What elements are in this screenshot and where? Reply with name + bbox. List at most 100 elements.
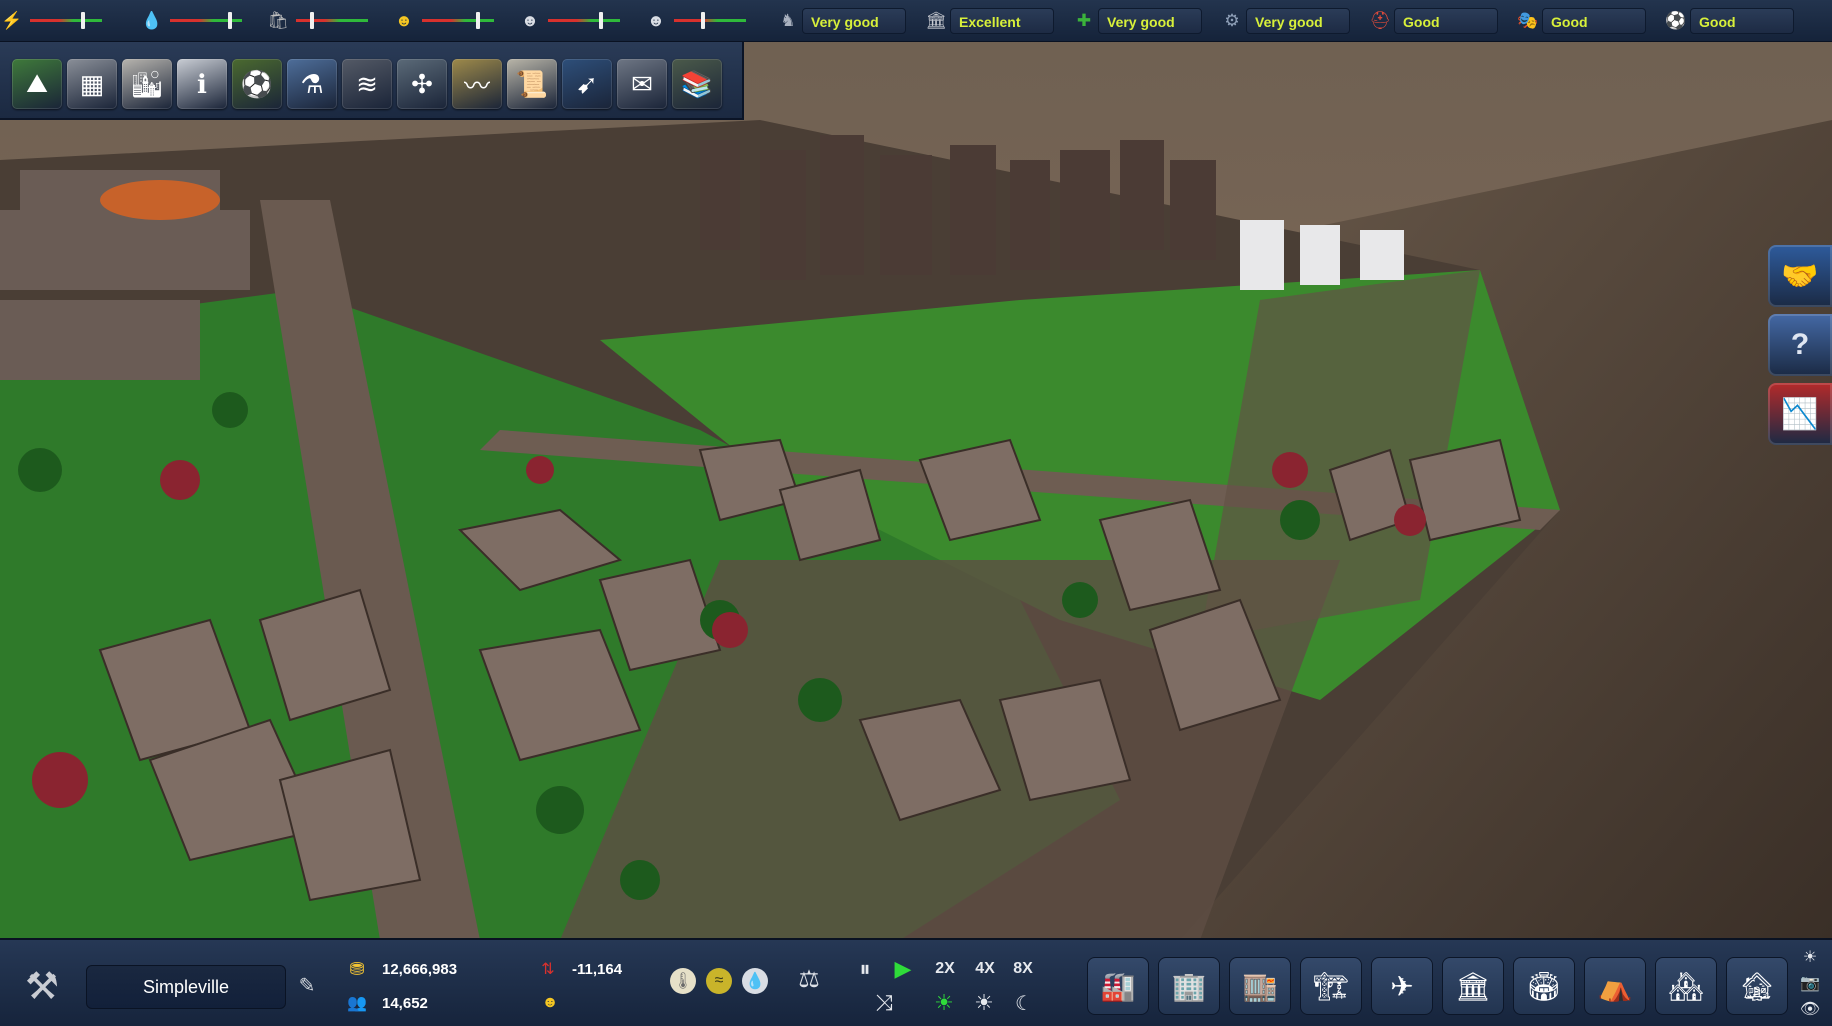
demolish-icon: 🏚 (1739, 970, 1775, 1002)
edit-pencil-icon[interactable]: ✎ (294, 972, 320, 998)
pause-icon[interactable]: ⏸ (852, 956, 878, 982)
safety-icon: ☻ (647, 10, 665, 30)
services-building-button[interactable]: 🏛 (1442, 957, 1504, 1015)
education-icon: ☻ (521, 10, 539, 30)
rating-environment-value: Very good (1098, 7, 1202, 34)
rating-entertainment-value: Good (1542, 7, 1646, 34)
transit-tool-icon[interactable]: ➹ (562, 59, 612, 109)
help-button[interactable]: ? (1768, 314, 1832, 376)
demolish-building-button[interactable]: 🏚 (1726, 957, 1788, 1015)
rating-fire-safety[interactable]: ⛑ Good (1366, 0, 1498, 42)
roads-tool-icon[interactable]: ≋ (342, 59, 392, 109)
mail-tool-icon[interactable]: ✉ (617, 59, 667, 109)
landmark-building-button[interactable]: 🏟 (1513, 957, 1575, 1015)
meter-safety[interactable]: ☻ (644, 0, 770, 42)
waste-level-knob (309, 12, 314, 29)
wind-icon[interactable]: ≈ (706, 968, 732, 994)
education-level-track (548, 12, 620, 29)
speed-8x-button[interactable]: 8X (1008, 956, 1038, 982)
meter-waste[interactable]: 🛍 (266, 0, 392, 42)
storage-building-button[interactable]: 🏘 (1655, 957, 1717, 1015)
meter-water[interactable]: 💧 (140, 0, 266, 42)
greenhouse-building-button[interactable]: ⛺ (1584, 957, 1646, 1015)
library-tool-icon[interactable]: 📚 (672, 59, 722, 109)
temperature-icon[interactable]: 🌡 (670, 968, 696, 994)
happiness-icon: ♞ (780, 10, 796, 30)
pipes-tool-icon[interactable]: ✣ (397, 59, 447, 109)
water-level-knob (227, 12, 232, 29)
residential-icon: 🏢 (1171, 970, 1207, 1002)
entertainment-icon: 🎭 (1517, 10, 1539, 30)
population-value: 14,652 (382, 995, 428, 1012)
happiness-face-icon: ☻ (541, 994, 559, 1011)
speed-4x-button[interactable]: 4X (970, 956, 1000, 982)
rating-entertainment[interactable]: 🎭 Good (1514, 0, 1646, 42)
terrain-tool-icon[interactable]: ⛰ (12, 59, 62, 109)
rating-environment[interactable]: ✚ Very good (1070, 0, 1202, 42)
balance-value: -11,164 (572, 961, 623, 978)
greenhouse-icon: ⛺ (1597, 970, 1633, 1002)
economy-alert-button[interactable]: 📉 (1768, 383, 1832, 445)
rating-happiness[interactable]: ♞ Very good (774, 0, 906, 42)
rating-tourism-value: Good (1690, 7, 1794, 34)
play-icon[interactable]: ▶ (890, 956, 916, 982)
top-status-bar: ⚡ 💧 🛍 ☻ ☻ ☻ ♞ Very good 🏛 Excellent ✚ Ve… (0, 0, 1832, 42)
budget-scale-icon[interactable]: ⚖ (794, 964, 824, 994)
health-level-track (422, 12, 494, 29)
sun-icon[interactable]: ☀ (970, 990, 998, 1016)
camera-icon[interactable]: 📷 (1798, 972, 1822, 994)
commercial-building-button[interactable]: 🏬 (1229, 957, 1291, 1015)
rating-transport-value: Very good (1246, 7, 1350, 34)
question-icon: ? (1790, 328, 1810, 361)
build-tools-icon[interactable]: ⚒ (14, 958, 70, 1014)
city-overview-tool-icon[interactable]: 🏙 (122, 59, 172, 109)
graph-tool-icon[interactable]: 〰 (452, 59, 502, 109)
info-tool-icon[interactable]: ℹ (177, 59, 227, 109)
rain-drop-icon[interactable]: 💧 (742, 968, 768, 994)
airplane-icon: ✈ (1390, 970, 1414, 1002)
money-value: 12,666,983 (382, 961, 458, 978)
residential-building-button[interactable]: 🏢 (1158, 957, 1220, 1015)
airport-building-button[interactable]: ✈ (1371, 957, 1433, 1015)
waste-level-track (296, 12, 368, 29)
rating-culture-value: Excellent (950, 7, 1054, 34)
fire-safety-icon: ⛑ (1369, 10, 1391, 30)
balance-trend-icon: ⇅ (541, 961, 555, 978)
safety-level-knob (701, 12, 706, 29)
utilities-icon: 🏭 (1100, 970, 1136, 1002)
utilities-building-button[interactable]: 🏭 (1087, 957, 1149, 1015)
health-level-knob (476, 12, 481, 29)
city-name-field[interactable]: Simpleville (86, 965, 286, 1009)
zoning-tool-icon[interactable]: ▦ (67, 59, 117, 109)
industrial-building-button[interactable]: 🏗 (1300, 957, 1362, 1015)
meter-health[interactable]: ☻ (392, 0, 518, 42)
eye-icon[interactable]: 👁 (1798, 998, 1822, 1020)
sports-tool-icon[interactable]: ⚽ (232, 59, 282, 109)
services-icon: 🏛 (1455, 970, 1491, 1002)
tourism-icon: ⚽ (1665, 10, 1687, 30)
trade-deal-button[interactable]: 🤝 (1768, 245, 1832, 307)
moon-icon[interactable]: ☾ (1010, 990, 1038, 1016)
city-viewport[interactable] (0, 0, 1832, 1026)
meter-education[interactable]: ☻ (518, 0, 644, 42)
rating-culture[interactable]: 🏛 Excellent (922, 0, 1054, 42)
power-level-knob (81, 12, 85, 29)
day-night-cycle-icon[interactable]: ☀ (930, 990, 958, 1016)
bottom-bar: ⚒ Simpleville ✎ ⛃ 12,666,983 👥 14,652 ⇅ … (0, 938, 1832, 1026)
culture-icon: 🏛 (925, 10, 947, 30)
weather-icon[interactable]: ☀ (1798, 946, 1822, 968)
transport-icon: ⚙ (1224, 10, 1240, 30)
tool-strip: ⛰ ▦ 🏙 ℹ ⚽ ⚗ ≋ ✣ 〰 📜 ➹ ✉ 📚 (0, 42, 744, 120)
research-tool-icon[interactable]: ⚗ (287, 59, 337, 109)
coins-icon: ⛃ (349, 958, 365, 979)
speed-2x-button[interactable]: 2X (930, 956, 960, 982)
rating-transport[interactable]: ⚙ Very good (1218, 0, 1350, 42)
shuffle-icon[interactable]: ⤨ (870, 990, 898, 1016)
meter-power[interactable]: ⚡ (0, 0, 140, 42)
stadium-icon: 🏟 (1526, 970, 1562, 1002)
water-drop-icon: 💧 (141, 10, 163, 30)
rating-tourism[interactable]: ⚽ Good (1662, 0, 1794, 42)
documents-tool-icon[interactable]: 📜 (507, 59, 557, 109)
safety-level-track (674, 12, 746, 29)
industrial-icon: 🏗 (1313, 970, 1349, 1002)
